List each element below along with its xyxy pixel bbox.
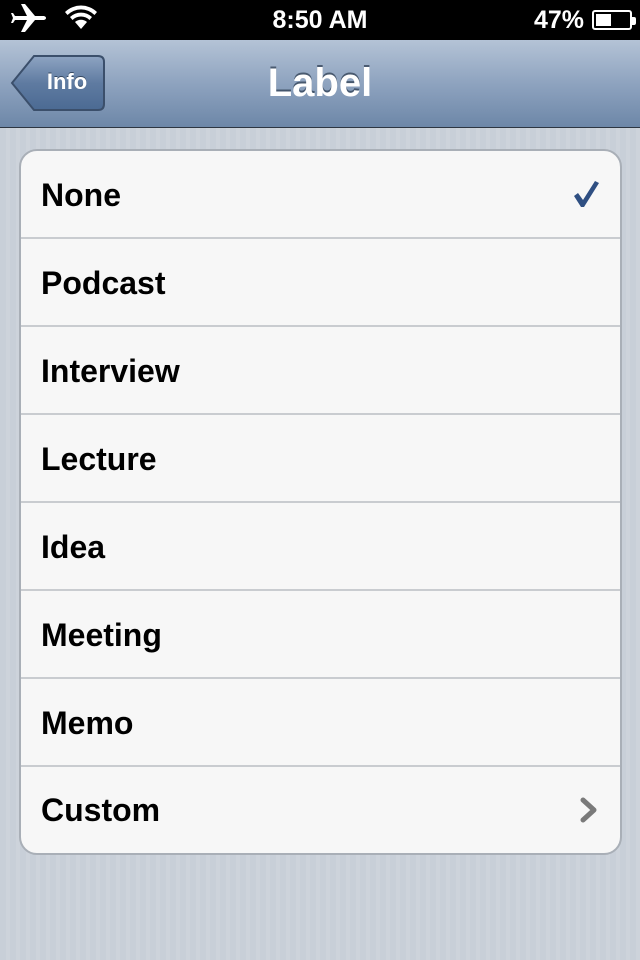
list-item-none[interactable]: None <box>21 151 620 239</box>
list-item-custom[interactable]: Custom <box>21 767 620 853</box>
label-options-list: None Podcast Interview Lecture Idea Meet… <box>19 149 622 855</box>
status-right: 47% <box>533 0 636 40</box>
list-item-idea[interactable]: Idea <box>21 503 620 591</box>
list-item-label: Custom <box>41 792 161 828</box>
battery-icon <box>592 10 636 30</box>
checkmark-icon <box>572 179 600 214</box>
back-button[interactable]: Info <box>10 54 106 112</box>
list-item-interview[interactable]: Interview <box>21 327 620 415</box>
list-item-label: Interview <box>41 353 180 389</box>
list-item-label: Meeting <box>41 617 162 653</box>
list-item-label: Memo <box>41 705 134 741</box>
navigation-bar: Label Info <box>0 40 640 128</box>
list-item-label: Lecture <box>41 441 157 477</box>
list-item-memo[interactable]: Memo <box>21 679 620 767</box>
back-button-label: Info <box>46 69 88 94</box>
status-bar: 8:50 AM 47% <box>0 0 640 40</box>
battery-fill <box>596 14 612 26</box>
list-item-label: None <box>41 177 121 213</box>
list-item-lecture[interactable]: Lecture <box>21 415 620 503</box>
battery-percent: 47% <box>533 5 584 34</box>
list-item-label: Podcast <box>41 265 166 301</box>
list-item-label: Idea <box>41 529 106 565</box>
chevron-right-icon <box>580 797 598 828</box>
list-item-meeting[interactable]: Meeting <box>21 591 620 679</box>
list-item-podcast[interactable]: Podcast <box>21 239 620 327</box>
